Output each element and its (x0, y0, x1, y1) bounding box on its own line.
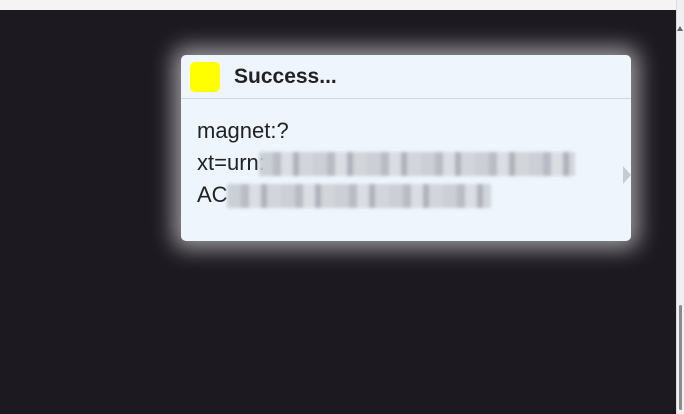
scrollbar-thumb[interactable] (679, 305, 682, 410)
popup-header: Success... (181, 55, 631, 99)
status-indicator-icon (190, 61, 220, 92)
redacted-blur (227, 184, 491, 208)
popup-title: Success... (234, 64, 337, 88)
magnet-line-2: xt=urn: (197, 147, 615, 179)
next-arrow-icon[interactable] (623, 166, 631, 184)
scroll-up-arrow-icon[interactable] (677, 26, 683, 31)
magnet-line-3: AC (197, 179, 615, 211)
magnet-line-2-text: xt=urn: (197, 150, 265, 175)
browser-top-strip (0, 0, 676, 10)
magnet-link-text[interactable]: magnet:? xt=urn: AC (181, 99, 631, 211)
magnet-line-1: magnet:? (197, 115, 615, 147)
magnet-line-3-text: AC (197, 182, 228, 207)
redacted-blur (259, 152, 575, 176)
magnet-line-1-text: magnet:? (197, 118, 289, 143)
success-popup: Success... magnet:? xt=urn: AC (181, 55, 631, 241)
